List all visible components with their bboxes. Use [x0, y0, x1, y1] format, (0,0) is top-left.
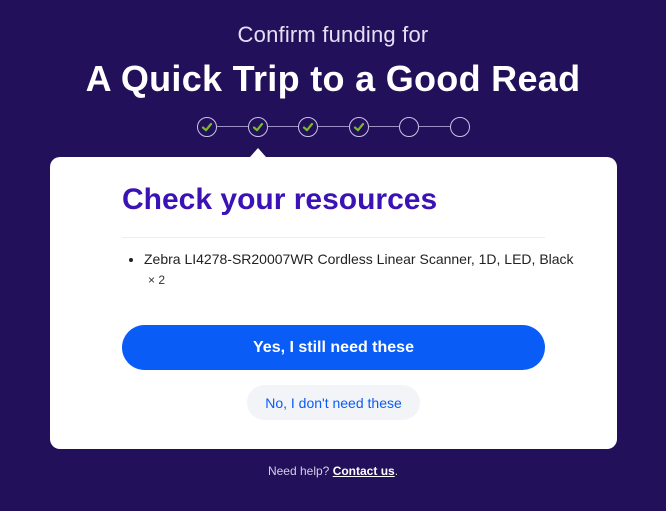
- step-pending: [399, 117, 419, 137]
- step-complete: [247, 117, 268, 137]
- step-connector: [368, 126, 399, 127]
- help-text: Need help?: [267, 464, 330, 478]
- project-title: A Quick Trip to a Good Read: [85, 58, 581, 99]
- check-icon: [252, 122, 263, 132]
- resource-name: Zebra LI4278-SR20007WR Cordless Linear S…: [144, 251, 574, 267]
- current-step-pointer: [250, 148, 266, 157]
- contact-us-link[interactable]: Contact us: [333, 464, 395, 478]
- step-complete: [298, 117, 318, 137]
- resource-item: Zebra LI4278-SR20007WR Cordless Linear S…: [144, 249, 574, 290]
- step-pending: [449, 117, 470, 137]
- page-header: Confirm funding for A Quick Trip to a Go…: [0, 22, 666, 100]
- dont-need-button[interactable]: No, I don't need these: [247, 385, 420, 420]
- divider: [122, 237, 545, 238]
- check-icon: [302, 122, 314, 132]
- resources-list: Zebra LI4278-SR20007WR Cordless Linear S…: [122, 249, 574, 290]
- resources-card: Check your resources Zebra LI4278-SR2000…: [50, 157, 617, 449]
- progress-steps: [197, 117, 470, 137]
- card-title: Check your resources: [122, 183, 438, 216]
- resource-quantity: × 2: [148, 273, 166, 287]
- step-connector: [318, 126, 349, 127]
- step-complete: [197, 117, 217, 137]
- step-connector: [267, 126, 298, 127]
- step-connector: [217, 126, 248, 127]
- page-subtitle: Confirm funding for: [237, 22, 429, 47]
- help-footer: Need help? Contact us.: [0, 464, 666, 478]
- check-icon: [353, 122, 364, 132]
- step-connector: [419, 126, 450, 127]
- step-complete: [348, 117, 369, 137]
- help-suffix: .: [394, 464, 399, 478]
- check-icon: [201, 122, 213, 132]
- still-need-button[interactable]: Yes, I still need these: [122, 325, 545, 370]
